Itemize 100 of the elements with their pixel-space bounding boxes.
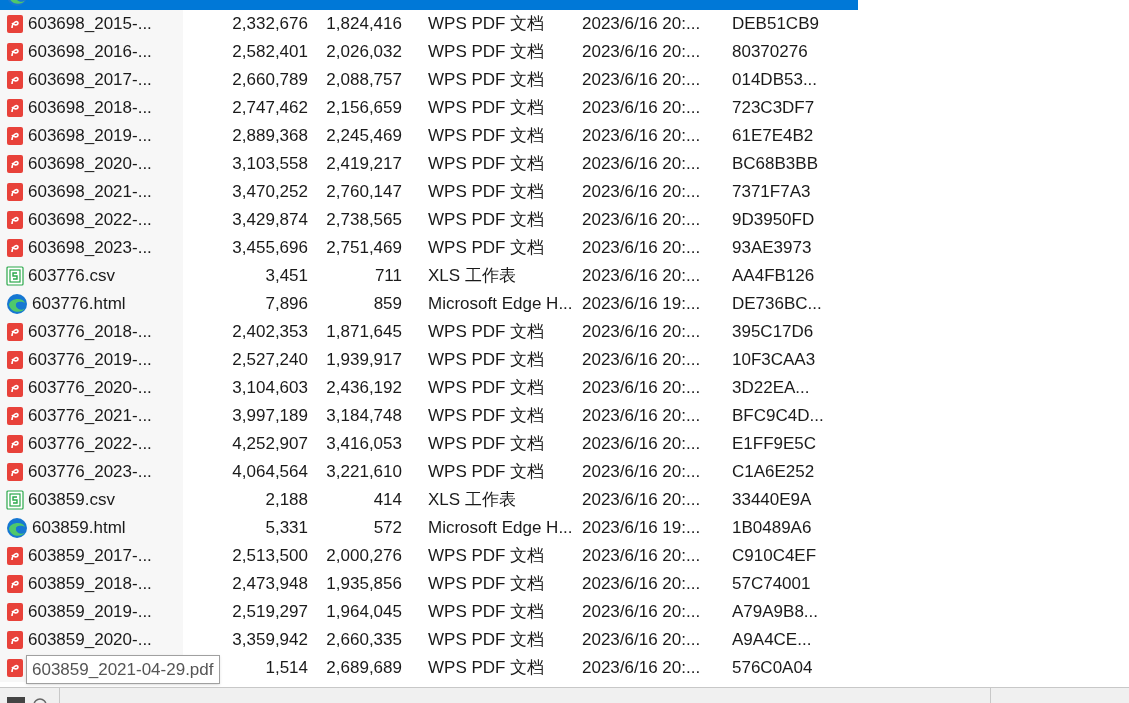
pdf-file-icon: [6, 350, 24, 370]
modified-cell: 2023/6/16 20:...: [582, 14, 701, 34]
packed-size-cell-text: 1,871,645: [326, 321, 402, 344]
modified-cell: 2023/6/16 20:...: [582, 322, 701, 342]
file-name: 603698_2023-...: [28, 237, 152, 260]
file-name: 603859_2019-...: [28, 601, 152, 624]
pdf-file-icon: [6, 630, 24, 650]
file-row[interactable]: 603776_2023-... 4,064,564 3,221,610 WPS PDF 文档 2023/6/16 20:... C1A6E252: [0, 458, 858, 486]
crc-cell-text: C910C4EF: [732, 545, 817, 568]
crc-cell-text: 57C74001: [732, 573, 811, 596]
size-cell-text: 5,331: [265, 517, 308, 540]
type-cell: WPS PDF 文档: [428, 14, 545, 34]
type-cell: WPS PDF 文档: [428, 210, 545, 230]
packed-size-cell-text: 3,184,748: [326, 405, 402, 428]
modified-cell: 2023/6/16 20:...: [582, 602, 701, 622]
file-row[interactable]: 603698_2017-... 2,660,789 2,088,757 WPS PDF 文档 2023/6/16 20:... 014DB53...: [0, 66, 858, 94]
file-row[interactable]: 603776.csv 3,451 711 XLS 工作表 2023/6/16 20:... AA4FB126: [0, 262, 858, 290]
file-name: 603776_2023-...: [28, 461, 152, 484]
crc-cell-text: A79A9B8...: [732, 601, 818, 624]
pdf-file-icon: [6, 70, 24, 90]
pdf-file-icon: [6, 658, 24, 678]
file-row[interactable]: 603698_2021-... 3,470,252 2,760,147 WPS PDF 文档 2023/6/16 20:... 7371F7A3: [0, 178, 858, 206]
size-cell-text: 3,104,603: [232, 377, 308, 400]
type-cell: WPS PDF 文档: [428, 98, 545, 118]
type-cell: WPS PDF 文档: [428, 658, 545, 678]
size-cell-text: 2,473,948: [232, 573, 308, 596]
file-row[interactable]: 603776_2022-... 4,252,907 3,416,053 WPS PDF 文档 2023/6/16 20:... E1FF9E5C: [0, 430, 858, 458]
file-row[interactable]: 603776_2019-... 2,527,240 1,939,917 WPS PDF 文档 2023/6/16 20:... 10F3CAA3: [0, 346, 858, 374]
type-cell: WPS PDF 文档: [428, 350, 545, 370]
type-cell: WPS PDF 文档: [428, 630, 545, 650]
file-row[interactable]: 603698_2023-... 3,455,696 2,751,469 WPS PDF 文档 2023/6/16 20:... 93AE3973: [0, 234, 858, 262]
file-row[interactable]: 603698_2018-... 2,747,462 2,156,659 WPS PDF 文档 2023/6/16 20:... 723C3DF7: [0, 94, 858, 122]
size-cell-text: 1,514: [265, 657, 308, 680]
packed-size-cell-text: 2,436,192: [326, 377, 402, 400]
modified-cell: 2023/6/16 19:...: [582, 294, 701, 314]
file-row[interactable]: 603859.csv 2,188 414 XLS 工作表 2023/6/16 20:... 33440E9A: [0, 486, 858, 514]
modified-cell: 2023/6/16 20:...: [582, 98, 701, 118]
file-name: 603698_2016-...: [28, 41, 152, 64]
type-cell: WPS PDF 文档: [428, 434, 545, 454]
size-cell-text: 3,455,696: [232, 237, 308, 260]
file-row[interactable]: 603776_2020-... 3,104,603 2,436,192 WPS PDF 文档 2023/6/16 20:... 3D22EA...: [0, 374, 858, 402]
modified-cell: 2023/6/16 20:...: [582, 126, 701, 146]
modified-cell: 2023/6/16 20:...: [582, 42, 701, 62]
packed-size-cell-text: 2,026,032: [326, 41, 402, 64]
file-name: 603859_2017-...: [28, 545, 152, 568]
file-row[interactable]: 603698_2020-... 3,103,558 2,419,217 WPS PDF 文档 2023/6/16 20:... BC68B3BB: [0, 150, 858, 178]
file-row[interactable]: 603776_2018-... 2,402,353 1,871,645 WPS PDF 文档 2023/6/16 20:... 395C17D6: [0, 318, 858, 346]
spreadsheet-file-icon: [6, 490, 24, 510]
crc-cell-text: 7371F7A3: [732, 181, 811, 204]
file-row[interactable]: 603698_2022-... 3,429,874 2,738,565 WPS PDF 文档 2023/6/16 20:... 9D3950FD: [0, 206, 858, 234]
packed-size-cell-text: 3,416,053: [326, 433, 402, 456]
size-cell-text: 3,103,558: [232, 153, 308, 176]
type-cell: WPS PDF 文档: [428, 322, 545, 342]
packed-size-cell-text: 2,751,469: [326, 237, 402, 260]
crc-cell-text: E1FF9E5C: [732, 433, 817, 456]
file-row[interactable]: 603859_2017-... 2,513,500 2,000,276 WPS PDF 文档 2023/6/16 20:... C910C4EF: [0, 542, 858, 570]
size-cell-text: 2,188: [265, 489, 308, 512]
size-cell-text: 4,064,564: [232, 461, 308, 484]
file-row[interactable]: 603776.html 7,896 859 Microsoft Edge H... 2023/6/16 19:... DE736BC...: [0, 290, 858, 318]
pdf-file-icon: [6, 462, 24, 482]
modified-cell: 2023/6/16 20:...: [582, 350, 701, 370]
file-row[interactable]: 603859.html 5,331 572 Microsoft Edge H... 2023/6/16 19:... 1B0489A6: [0, 514, 858, 542]
packed-size-cell-text: 2,689,689: [326, 657, 402, 680]
modified-cell: 2023/6/16 20:...: [582, 182, 701, 202]
crc-cell-text: BC68B3BB: [732, 153, 818, 176]
packed-size-cell-text: 2,245,469: [326, 125, 402, 148]
type-cell: WPS PDF 文档: [428, 126, 545, 146]
crc-cell-text: 80370276: [732, 41, 808, 64]
file-row[interactable]: 603698_2019-... 2,889,368 2,245,469 WPS PDF 文档 2023/6/16 20:... 61E7E4B2: [0, 122, 858, 150]
crc-cell-text: 723C3DF7: [732, 97, 815, 120]
pdf-file-icon: [6, 154, 24, 174]
pdf-file-icon: [6, 378, 24, 398]
size-cell-text: 2,527,240: [232, 349, 308, 372]
packed-size-cell-text: 1,939,917: [326, 349, 402, 372]
file-name: 603776_2020-...: [28, 377, 152, 400]
file-row[interactable]: 603698_2016-... 2,582,401 2,026,032 WPS PDF 文档 2023/6/16 20:... 80370276: [0, 38, 858, 66]
type-cell: Microsoft Edge H...: [428, 294, 573, 314]
file-row[interactable]: 603859_2020-... 3,359,942 2,660,335 WPS PDF 文档 2023/6/16 20:... A9A4CE...: [0, 626, 858, 654]
file-row[interactable]: 603776_2021-... 3,997,189 3,184,748 WPS PDF 文档 2023/6/16 20:... BFC9C4D...: [0, 402, 858, 430]
packed-size-cell-text: 2,760,147: [326, 181, 402, 204]
file-row[interactable]: 603698_2015-... 2,332,676 1,824,416 WPS PDF 文档 2023/6/16 20:... DEB51CB9: [0, 10, 858, 38]
size-cell-text: 2,889,368: [232, 125, 308, 148]
type-cell: WPS PDF 文档: [428, 378, 545, 398]
packed-size-cell-text: 2,156,659: [326, 97, 402, 120]
crc-cell-text: 576C0A04: [732, 657, 813, 680]
file-row[interactable]: 603859_2019-... 2,519,297 1,964,045 WPS PDF 文档 2023/6/16 20:... A79A9B8...: [0, 598, 858, 626]
file-name: 603698_2022-...: [28, 209, 152, 232]
modified-cell: 2023/6/16 20:...: [582, 154, 701, 174]
file-name: 603776_2019-...: [28, 349, 152, 372]
type-cell: WPS PDF 文档: [428, 546, 545, 566]
file-name: 603698_2017-...: [28, 69, 152, 92]
pdf-file-icon: [6, 602, 24, 622]
crc-cell-text: 9D3950FD: [732, 209, 815, 232]
file-row[interactable]: 603859_2018-... 2,473,948 1,935,856 WPS PDF 文档 2023/6/16 20:... 57C74001: [0, 570, 858, 598]
modified-cell: 2023/6/16 20:...: [582, 630, 701, 650]
file-name: 603776.html: [32, 293, 126, 316]
packed-size-cell-text: 2,660,335: [326, 629, 402, 652]
file-name: 603698_2019-...: [28, 125, 152, 148]
size-cell-text: 7,896: [265, 293, 308, 316]
file-name: 603698_2018-...: [28, 97, 152, 120]
